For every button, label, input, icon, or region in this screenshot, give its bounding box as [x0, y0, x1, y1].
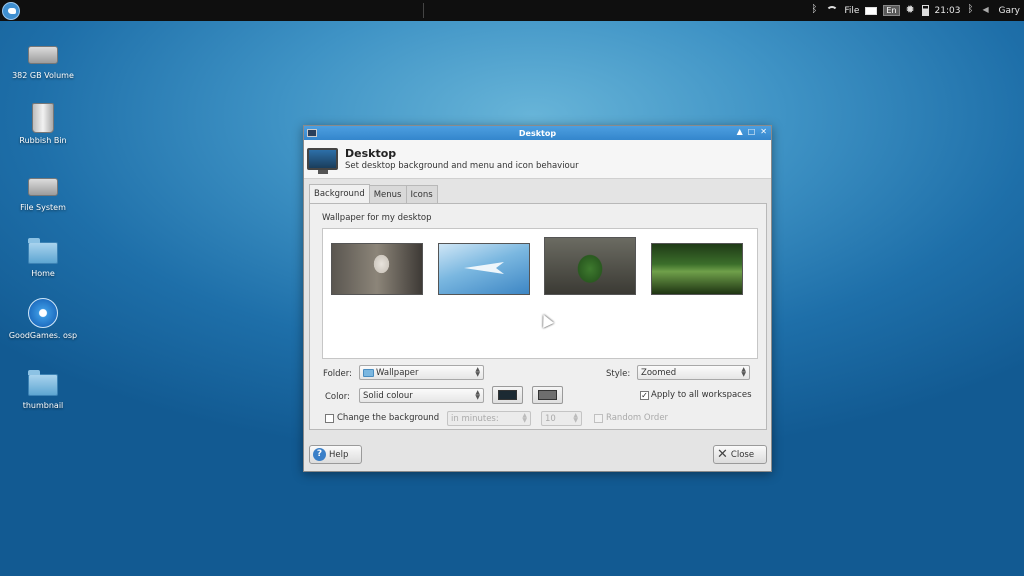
interval-unit-value: in minutes: [451, 413, 499, 424]
close-icon: ✕ [717, 447, 728, 462]
clock[interactable]: 21:03 [935, 6, 961, 16]
drive-icon [28, 46, 58, 64]
desktop-icon-goodgames[interactable]: GoodGames. osp [3, 298, 83, 341]
media-disc-icon [28, 298, 58, 328]
updown-arrow-icon: ▲ ▼ [741, 366, 746, 378]
window-controls: ▲ □ ✕ [737, 127, 767, 136]
desktop-icon-label: Home [31, 269, 55, 278]
system-tray: File En 21:03 Gary [810, 0, 1020, 21]
style-combo-value: Zoomed [641, 367, 677, 378]
folder-combo[interactable]: Wallpaper ▲ ▼ [359, 365, 484, 380]
folder-icon [28, 370, 58, 396]
desktop-icon-rubbish-bin[interactable]: Rubbish Bin [3, 103, 83, 146]
folder-combo-value: Wallpaper [376, 367, 419, 378]
desktop-icon-label: thumbnail [22, 401, 64, 410]
close-button-label: Close [730, 449, 755, 460]
settings-gear-icon[interactable] [906, 3, 916, 16]
secondary-color-button[interactable] [532, 386, 563, 404]
style-label: Style: [606, 369, 631, 379]
top-panel: File En 21:03 Gary [0, 0, 1024, 21]
dialog-header: Desktop Set desktop background and menu … [304, 140, 771, 179]
apply-all-workspaces-label: Apply to all workspaces [651, 390, 752, 400]
random-order-checkbox[interactable] [594, 414, 603, 423]
wifi-icon[interactable] [826, 6, 839, 15]
wallpaper-thumbnail[interactable] [331, 243, 423, 295]
dialog-titlebar[interactable]: Desktop ▲ □ ✕ [304, 126, 771, 140]
tab-bar: Background Menus Icons [309, 184, 438, 203]
help-button-label: Help [329, 449, 349, 460]
desktop-icon-file-system[interactable]: File System [3, 170, 83, 213]
desktop-icon-home[interactable]: Home [3, 236, 83, 279]
close-button[interactable]: ✕ Close [713, 445, 767, 464]
volume-icon[interactable] [982, 5, 992, 16]
wallpaper-thumbnail[interactable] [651, 243, 743, 295]
tab-menus[interactable]: Menus [368, 185, 407, 203]
tab-background[interactable]: Background [309, 184, 370, 203]
help-icon: ? [313, 448, 326, 461]
random-order-label: Random Order [606, 413, 669, 423]
desktop-icon-label: Rubbish Bin [19, 136, 67, 145]
header-title: Desktop [345, 147, 397, 160]
folder-icon [363, 368, 374, 377]
wallpaper-grid[interactable] [322, 228, 758, 359]
spinner-arrow-icon: ▲ ▼ [573, 412, 578, 424]
primary-color-button[interactable] [492, 386, 523, 404]
wallpaper-thumbnail[interactable] [544, 237, 636, 295]
window-title: Desktop [518, 128, 557, 138]
whisker-menu-icon[interactable] [2, 1, 20, 20]
secondary-color-swatch [538, 390, 557, 400]
change-background-checkbox[interactable] [325, 414, 334, 423]
header-subtitle: Set desktop background and menu and icon… [345, 161, 579, 171]
home-folder-icon [28, 238, 58, 264]
change-background-label: Change the background [337, 413, 440, 423]
updown-arrow-icon: ▲ ▼ [522, 412, 527, 424]
color-style-combo[interactable]: Solid colour ▲ ▼ [359, 388, 484, 403]
monitor-icon [307, 148, 338, 174]
bluetooth-icon[interactable] [810, 4, 820, 16]
close-window-icon[interactable]: ✕ [760, 127, 767, 136]
battery-icon[interactable] [921, 5, 929, 16]
tab-icons[interactable]: Icons [405, 185, 438, 203]
file-menu-label[interactable]: File [844, 6, 859, 16]
updown-arrow-icon: ▲ ▼ [475, 366, 480, 378]
apply-all-workspaces-checkbox[interactable]: ✓ [640, 391, 649, 400]
desktop-icon-volume[interactable]: 382 GB Volume [3, 38, 83, 81]
help-button[interactable]: ? Help [309, 445, 362, 464]
folder-label: Folder: [323, 369, 352, 379]
desktop-settings-dialog: Desktop ▲ □ ✕ Desktop Set desktop backgr… [303, 125, 772, 472]
primary-color-swatch [498, 390, 517, 400]
desktop-icon-label: GoodGames. osp [8, 331, 78, 340]
desktop-icon-label: 382 GB Volume [12, 71, 74, 80]
interval-unit-combo[interactable]: in minutes: ▲ ▼ [447, 411, 531, 426]
drive-icon [28, 178, 58, 196]
wallpaper-section-label: Wallpaper for my desktop [322, 213, 432, 223]
desktop-icon-thumbnail[interactable]: thumbnail [3, 368, 83, 411]
updown-arrow-icon: ▲ ▼ [475, 389, 480, 401]
shade-icon[interactable]: ▲ [737, 127, 743, 136]
bluetooth-status-icon[interactable] [966, 4, 976, 16]
interval-spinner[interactable]: 10 ▲ ▼ [541, 411, 582, 426]
user-name[interactable]: Gary [998, 6, 1020, 16]
color-style-value: Solid colour [363, 390, 413, 401]
interval-spinner-value: 10 [545, 413, 556, 424]
mail-icon[interactable] [865, 6, 878, 15]
trash-icon [32, 103, 54, 133]
wallpaper-thumbnail[interactable] [438, 243, 530, 295]
panel-separator [423, 3, 424, 18]
desktop-icon-label: File System [20, 203, 66, 212]
maximize-icon[interactable]: □ [748, 127, 756, 136]
style-combo[interactable]: Zoomed ▲ ▼ [637, 365, 750, 380]
color-label: Color: [325, 392, 350, 402]
keyboard-layout-badge[interactable]: En [883, 5, 900, 16]
